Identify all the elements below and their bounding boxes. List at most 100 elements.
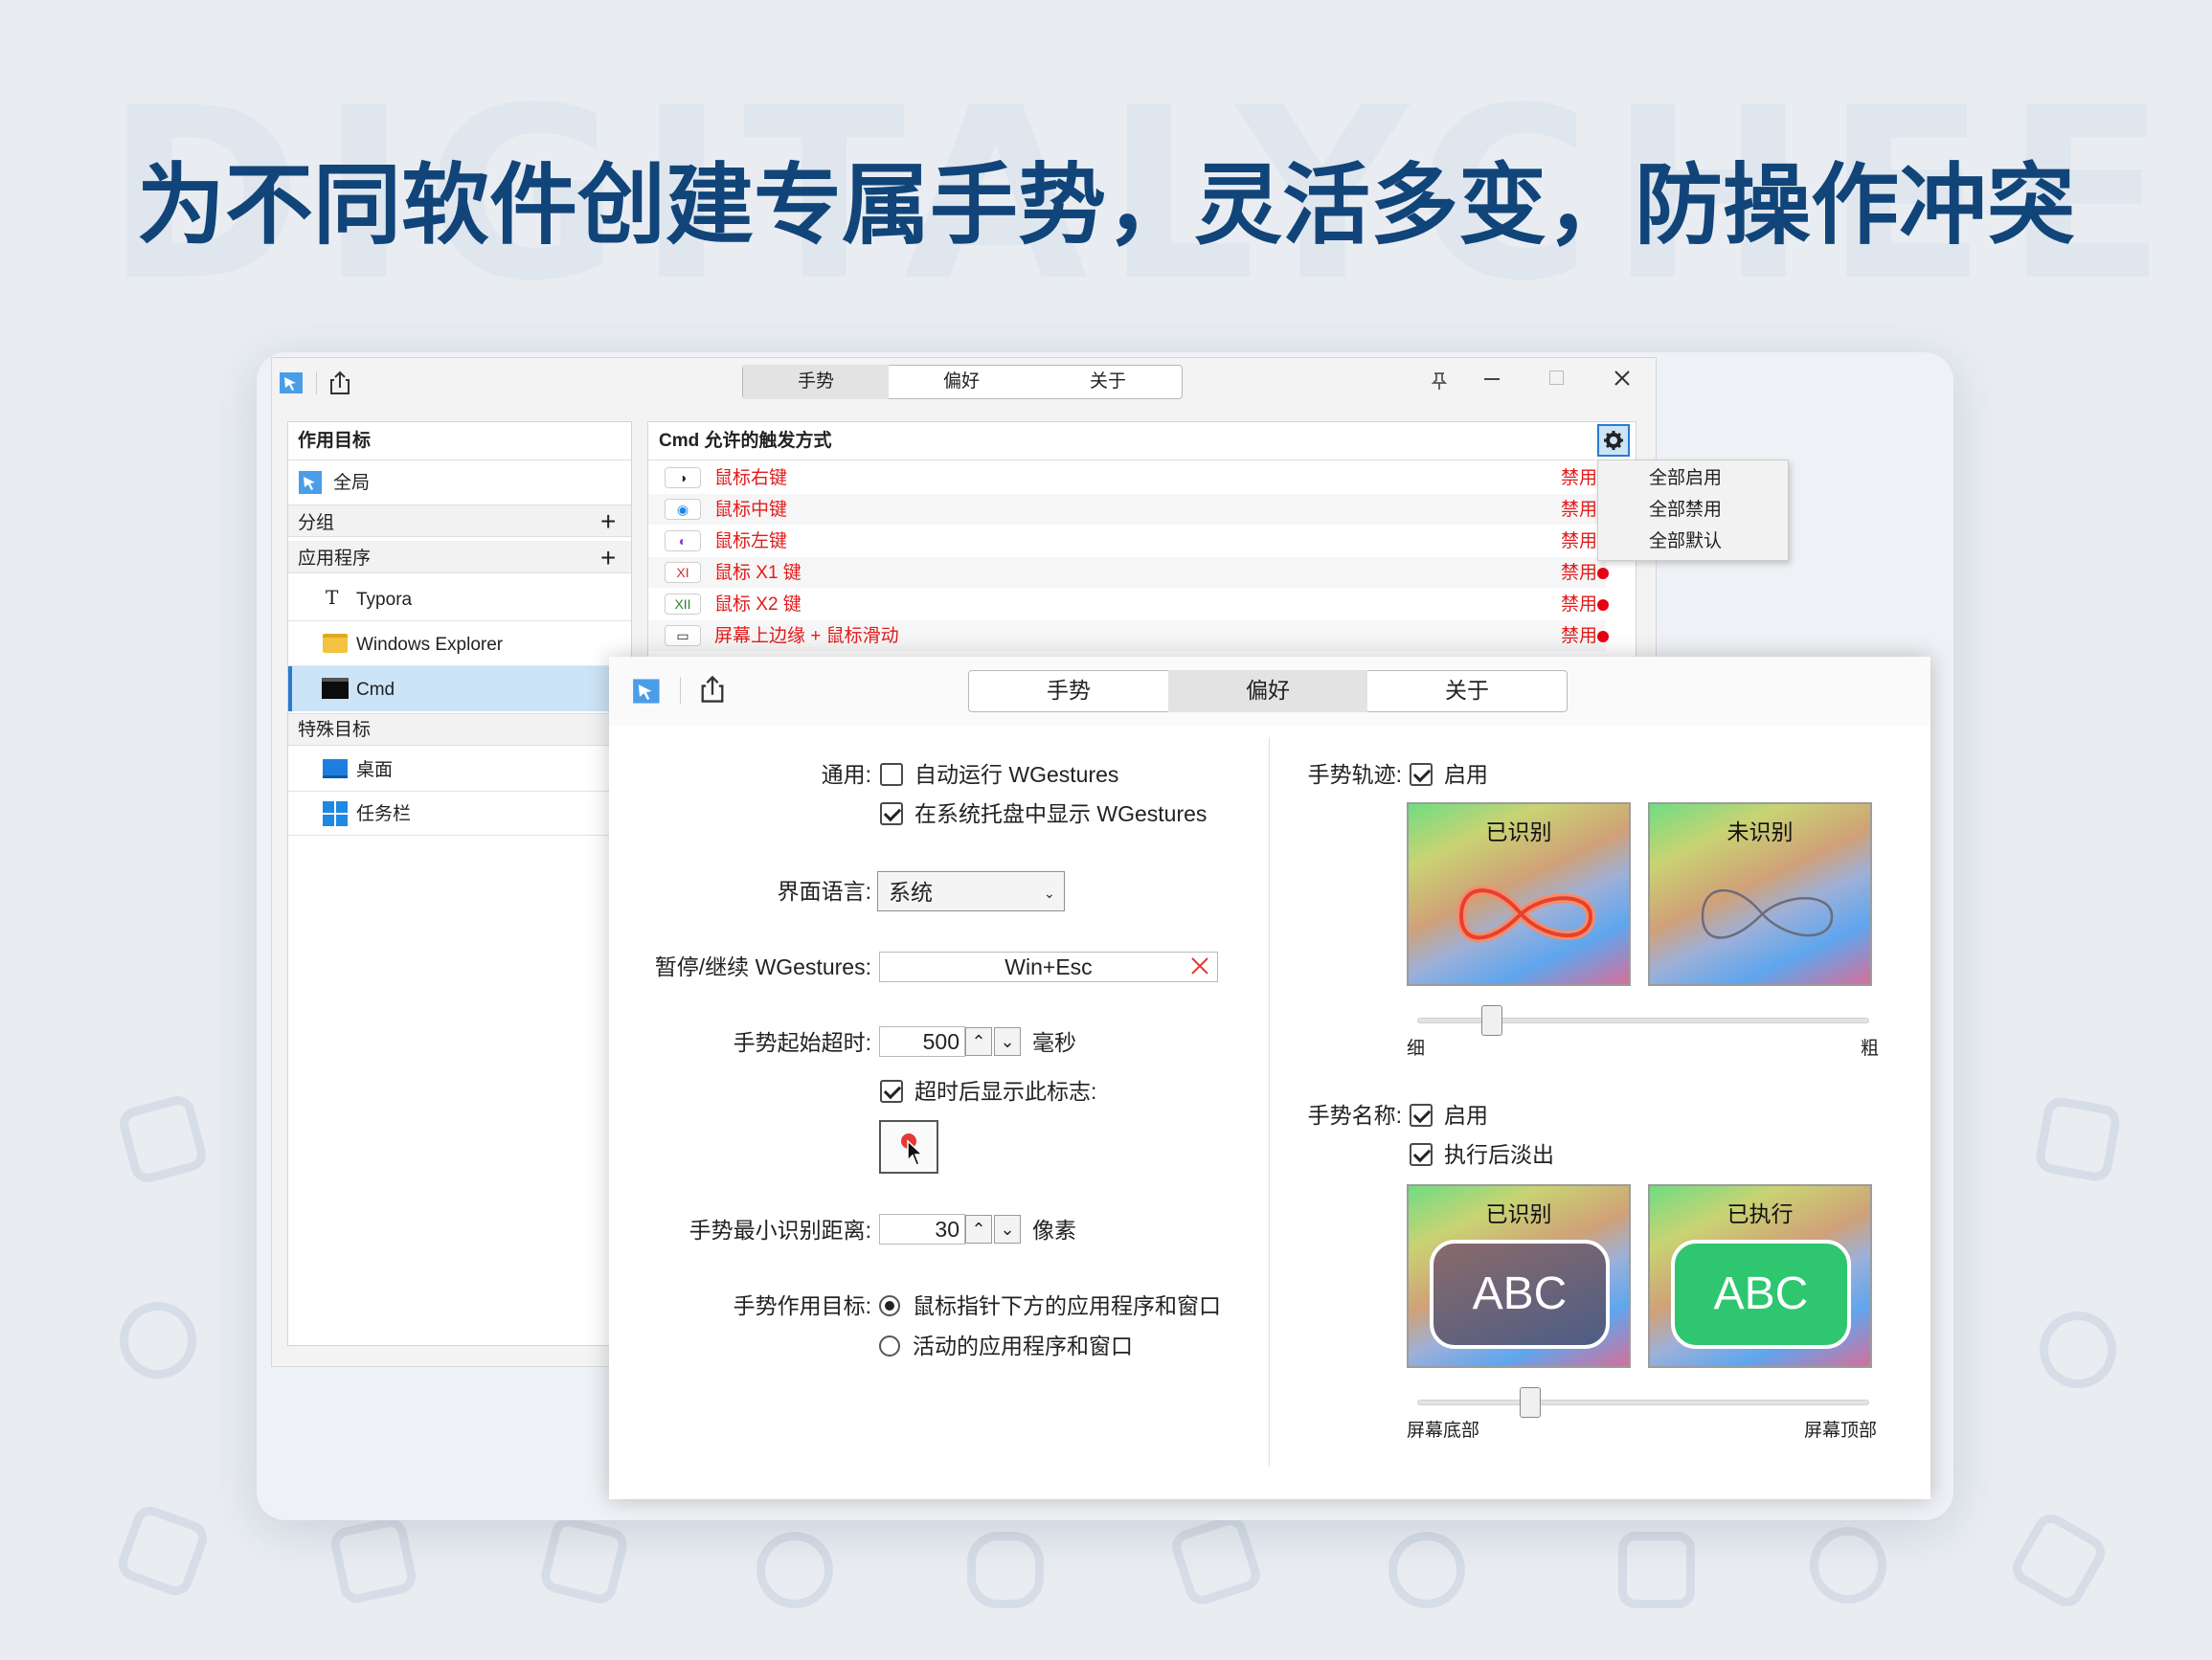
- preview-title: 已识别: [1485, 1201, 1552, 1226]
- trigger-status[interactable]: 禁用: [1561, 501, 1597, 520]
- terminal-icon: [322, 678, 349, 699]
- front-tab-about[interactable]: 关于: [1367, 670, 1567, 712]
- clear-hotkey-icon[interactable]: [1188, 954, 1211, 977]
- background-share-icon: [756, 1532, 833, 1608]
- general-label: 通用:: [821, 762, 871, 787]
- app-logo-icon: [633, 679, 660, 704]
- divider: [288, 620, 631, 621]
- share-icon[interactable]: [327, 370, 353, 396]
- trigger-right-button[interactable]: 鼠标右键: [714, 469, 787, 488]
- right-button-icon: ◑: [665, 467, 701, 488]
- trigger-x1-button[interactable]: 鼠标 X1 键: [714, 564, 801, 583]
- app-item-cmd[interactable]: Cmd: [356, 681, 395, 700]
- trail-enable-label: 启用: [1444, 762, 1488, 787]
- trigger-status[interactable]: 禁用: [1561, 595, 1597, 615]
- target-global[interactable]: 全局: [333, 474, 370, 493]
- trigger-status[interactable]: 禁用: [1561, 627, 1597, 646]
- menu-default-all[interactable]: 全部默认: [1649, 532, 1722, 551]
- groups-header: 分组: [298, 513, 335, 533]
- fade-label: 执行后淡出: [1444, 1142, 1554, 1167]
- back-tab-preferences[interactable]: 偏好: [889, 365, 1034, 399]
- special-item-desktop[interactable]: 桌面: [356, 761, 393, 780]
- trail-thickness-slider[interactable]: [1481, 1005, 1502, 1036]
- modified-dot: [1597, 568, 1609, 579]
- trigger-left-button[interactable]: 鼠标左键: [714, 532, 787, 551]
- pin-icon[interactable]: [1426, 368, 1453, 394]
- front-tab-preferences[interactable]: 偏好: [1168, 670, 1367, 712]
- close-icon[interactable]: [1609, 365, 1636, 392]
- add-group-button[interactable]: +: [600, 507, 616, 536]
- trigger-middle-button[interactable]: 鼠标中键: [714, 501, 787, 520]
- menu-disable-all[interactable]: 全部禁用: [1649, 501, 1722, 520]
- name-position-track[interactable]: [1417, 1400, 1869, 1405]
- target-under-cursor-label: 鼠标指针下方的应用程序和窗口: [913, 1293, 1221, 1318]
- background-mic-icon: [2040, 1312, 2116, 1388]
- modified-dot: [1597, 631, 1609, 642]
- trigger-status[interactable]: 禁用: [1561, 532, 1597, 551]
- screen-bottom-label: 屏幕底部: [1407, 1421, 1480, 1441]
- preview-title: 未识别: [1727, 819, 1794, 844]
- pause-hotkey-value: Win+Esc: [1004, 954, 1093, 979]
- timeout-label: 手势起始超时:: [733, 1030, 871, 1055]
- abc-badge: ABC: [1671, 1240, 1851, 1349]
- pause-label: 暂停/继续 WGestures:: [654, 954, 871, 979]
- front-tab-gestures[interactable]: 手势: [969, 670, 1168, 712]
- menu-enable-all[interactable]: 全部启用: [1649, 469, 1722, 488]
- name-preview-recognized: 已识别 ABC: [1407, 1184, 1631, 1368]
- trigger-x2-button[interactable]: 鼠标 X2 键: [714, 595, 801, 615]
- typora-icon: T: [326, 586, 339, 609]
- background-music-icon: [120, 1302, 196, 1379]
- min-distance-value: 30: [935, 1217, 959, 1242]
- trail-label: 手势轨迹:: [1307, 762, 1402, 787]
- min-distance-decrement-button[interactable]: ⌄: [994, 1215, 1021, 1244]
- thin-label: 细: [1407, 1039, 1426, 1059]
- timeout-show-checkbox[interactable]: [880, 1080, 903, 1103]
- minimize-icon[interactable]: [1484, 378, 1500, 380]
- add-app-button[interactable]: +: [600, 544, 616, 572]
- background-save-icon: [2033, 1094, 2123, 1184]
- background-card-icon: [327, 1514, 419, 1606]
- name-enable-checkbox[interactable]: [1410, 1104, 1433, 1127]
- timeout-decrement-button[interactable]: ⌄: [994, 1027, 1021, 1056]
- language-label: 界面语言:: [777, 879, 871, 904]
- name-position-slider[interactable]: [1520, 1387, 1541, 1418]
- tray-checkbox[interactable]: [880, 802, 903, 825]
- trigger-screen-edge[interactable]: 屏幕上边缘 + 鼠标滑动: [714, 627, 899, 646]
- app-item-typora[interactable]: Typora: [356, 591, 412, 610]
- app-item-windows-explorer[interactable]: Windows Explorer: [356, 636, 503, 655]
- gear-icon: [1604, 431, 1623, 450]
- divider: [288, 791, 631, 792]
- background-book-icon: [1167, 1512, 1265, 1609]
- name-enable-label: 启用: [1444, 1103, 1488, 1128]
- maximize-icon[interactable]: [1549, 370, 1564, 385]
- name-preview-executed: 已执行 ABC: [1648, 1184, 1872, 1368]
- back-tab-about[interactable]: 关于: [1034, 365, 1182, 399]
- infinity-gesture-icon: [1456, 886, 1596, 943]
- middle-button-icon: ◉: [665, 499, 701, 520]
- app-logo-icon: [280, 372, 303, 393]
- min-distance-unit: 像素: [1032, 1218, 1076, 1243]
- divider: [288, 835, 631, 836]
- x2-button-icon: XII: [665, 594, 701, 615]
- background-wifi-icon: [113, 1501, 213, 1601]
- trigger-status[interactable]: 禁用: [1561, 564, 1597, 583]
- trigger-status[interactable]: 禁用: [1561, 469, 1597, 488]
- back-tab-gestures[interactable]: 手势: [743, 365, 889, 399]
- target-under-cursor-radio[interactable]: [879, 1295, 900, 1316]
- background-bag-icon: [537, 1514, 631, 1607]
- folder-icon: [323, 634, 348, 653]
- special-item-taskbar[interactable]: 任务栏: [356, 805, 411, 824]
- fade-checkbox[interactable]: [1410, 1143, 1433, 1166]
- targets-header: 作用目标: [298, 431, 372, 451]
- autorun-checkbox[interactable]: [880, 763, 903, 786]
- tray-label: 在系统托盘中显示 WGestures: [914, 801, 1208, 826]
- trail-enable-checkbox[interactable]: [1410, 763, 1433, 786]
- timeout-increment-button[interactable]: ⌃: [965, 1027, 992, 1056]
- share-icon[interactable]: [697, 674, 728, 705]
- triggers-title: Cmd 允许的触发方式: [659, 431, 832, 451]
- target-active-radio[interactable]: [879, 1335, 900, 1357]
- taskbar-icon: [323, 801, 348, 826]
- background-trophy-icon: [1618, 1532, 1695, 1608]
- min-distance-increment-button[interactable]: ⌃: [965, 1215, 992, 1244]
- section-divider: [1269, 737, 1270, 1467]
